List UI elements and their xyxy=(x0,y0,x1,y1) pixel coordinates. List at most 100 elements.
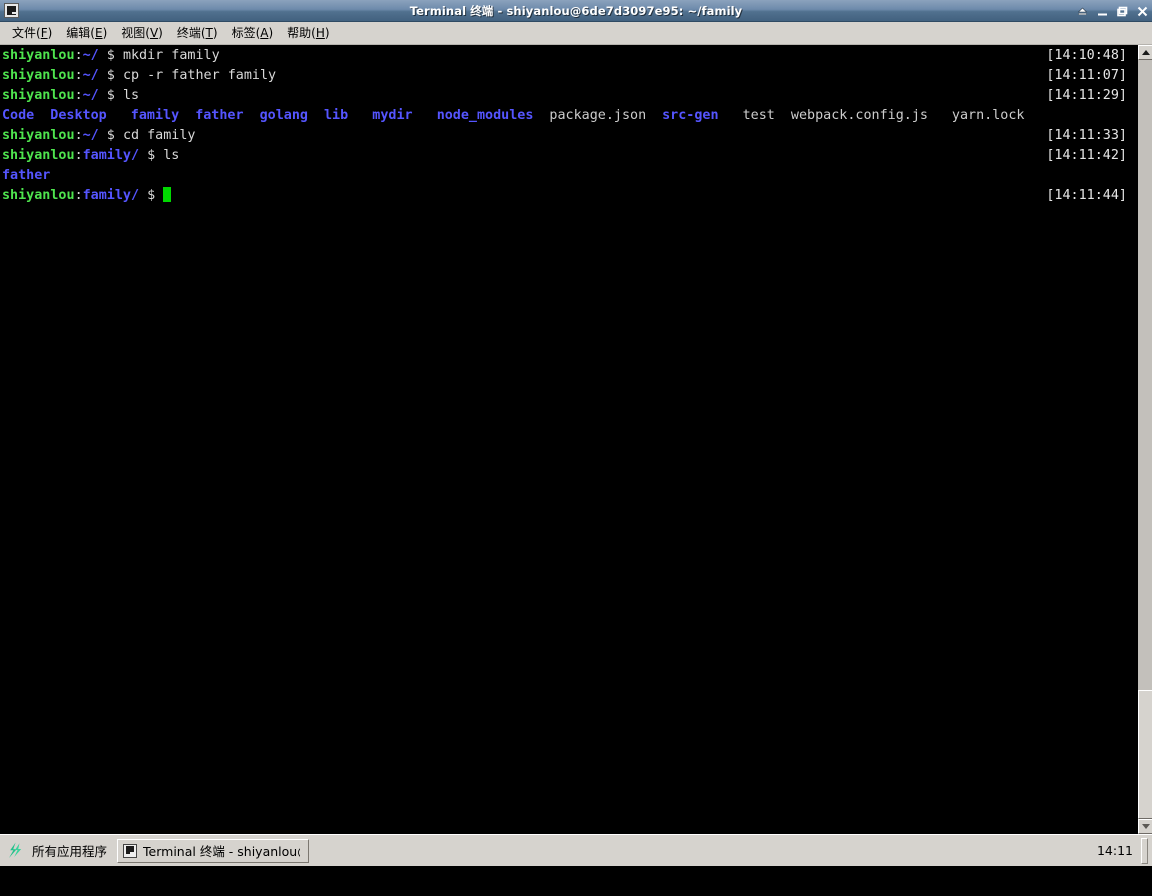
terminal-line: shiyanlou:~/ $ cd family [14:11:33] xyxy=(0,126,1136,146)
shiyanlou-logo-icon xyxy=(6,841,26,861)
ls-entry-directory[interactable]: father xyxy=(195,106,243,126)
terminal-line: shiyanlou:~/ $ ls [14:11:29] xyxy=(0,86,1136,106)
desktop: Terminal 终端 - shiyanlou@6de7d3097e95: ~/… xyxy=(0,0,1152,896)
terminal-scrollbar[interactable] xyxy=(1136,45,1152,834)
terminal-line: shiyanlou:family/ $ ls [14:11:42] xyxy=(0,146,1136,166)
prompt-user: shiyanlou xyxy=(2,148,75,163)
terminal-line: Code Desktop family father golang lib mydir nod… xyxy=(0,106,1136,126)
terminal-line: father xyxy=(0,166,1136,186)
prompt-separator: : xyxy=(74,188,83,203)
terminal-cursor xyxy=(163,187,172,202)
prompt-separator: : xyxy=(74,148,83,163)
menu-terminal-label: 终端( xyxy=(176,26,206,40)
scroll-up-button[interactable] xyxy=(1138,45,1152,60)
ls-entry-file[interactable]: test xyxy=(743,106,775,126)
prompt-separator: : xyxy=(74,48,83,63)
all-applications-button[interactable]: 所有应用程序 xyxy=(0,835,115,867)
menu-item-tabs[interactable]: 标签(A) xyxy=(225,22,281,44)
menu-item-help[interactable]: 帮助(H) xyxy=(280,22,336,44)
terminal-line: shiyanlou:~/ $ cp -r father family [14:11… xyxy=(0,66,1136,86)
prompt-path: ~/ xyxy=(82,88,99,103)
terminal-command: mkdir family xyxy=(122,48,220,63)
window-titlebar[interactable]: Terminal 终端 - shiyanlou@6de7d3097e95: ~/… xyxy=(0,0,1152,22)
prompt-sigil: $ xyxy=(98,48,123,63)
menu-item-terminal[interactable]: 终端(T) xyxy=(170,22,225,44)
menu-terminal-mnemonic: T xyxy=(205,26,213,40)
all-applications-label: 所有应用程序 xyxy=(32,844,108,859)
shade-button[interactable] xyxy=(1076,4,1089,18)
close-button[interactable] xyxy=(1136,4,1149,18)
menu-help-label: 帮助( xyxy=(287,26,316,40)
terminal-icon xyxy=(3,3,19,18)
terminal-command: cd family xyxy=(122,128,196,143)
terminal-icon xyxy=(122,843,138,859)
terminal-timestamp: [14:10:48] xyxy=(1046,48,1127,63)
system-tray: 14:11 xyxy=(1089,835,1152,867)
ls-entry-file[interactable]: webpack.config.js xyxy=(791,106,928,126)
terminal-line: shiyanlou:~/ $ mkdir family [14:10:48] xyxy=(0,46,1136,66)
menu-edit-mnemonic: E xyxy=(94,26,103,40)
ls-entry-directory[interactable]: src-gen xyxy=(662,106,718,126)
ls-entry-directory[interactable]: node_modules xyxy=(437,106,534,126)
ls-entry-directory[interactable]: golang xyxy=(260,106,308,126)
ls-entry-file[interactable]: yarn.lock xyxy=(952,106,1025,126)
menu-terminal-close-paren: ) xyxy=(212,26,218,40)
menu-tabs-label: 标签( xyxy=(231,26,261,40)
prompt-sigil: $ xyxy=(98,88,123,103)
maximize-button[interactable] xyxy=(1116,4,1129,18)
menu-edit-close-paren: ) xyxy=(102,26,108,40)
scroll-down-button[interactable] xyxy=(1138,819,1152,834)
menu-view-close-paren: ) xyxy=(158,26,163,40)
ls-entry-directory[interactable]: Desktop xyxy=(50,106,106,126)
ls-entry-file[interactable]: package.json xyxy=(549,106,646,126)
terminal-command: ls xyxy=(163,148,180,163)
window-title: Terminal 终端 - shiyanlou@6de7d3097e95: ~/… xyxy=(409,3,743,18)
taskbar-grip[interactable] xyxy=(1141,837,1148,864)
ls-entry-directory[interactable]: lib xyxy=(324,106,348,126)
window-controls xyxy=(1076,0,1149,22)
terminal-line: shiyanlou:family/ $ [14:11:44] xyxy=(0,186,1136,206)
prompt-path: ~/ xyxy=(82,68,99,83)
ls-entry-directory[interactable]: father xyxy=(2,166,50,186)
taskbar-clock[interactable]: 14:11 xyxy=(1089,843,1141,858)
taskbar: 所有应用程序 Terminal 终端 - shiyanlou@··· 14:11 xyxy=(0,834,1152,866)
terminal-timestamp: [14:11:29] xyxy=(1046,88,1127,103)
taskbar-window-label: Terminal 终端 - shiyanlou@··· xyxy=(143,844,300,859)
ls-entry-directory[interactable]: mydir xyxy=(372,106,412,126)
menu-file-close-paren: ) xyxy=(47,26,53,40)
terminal-output: shiyanlou:~/ $ mkdir family [14:10:48] shi… xyxy=(0,46,1136,206)
menu-item-edit[interactable]: 编辑(E) xyxy=(59,22,114,44)
prompt-separator: : xyxy=(74,128,83,143)
window-menu-icon[interactable] xyxy=(2,2,20,20)
menu-item-view[interactable]: 视图(V) xyxy=(114,22,170,44)
ls-entry-directory[interactable]: Code xyxy=(2,106,34,126)
prompt-sigil: $ xyxy=(98,128,123,143)
menu-item-file[interactable]: 文件(F) xyxy=(5,22,59,44)
menu-help-close-paren: ) xyxy=(324,26,330,40)
scrollbar-thumb[interactable] xyxy=(1138,690,1152,819)
scroll-down-icon xyxy=(1141,824,1150,829)
terminal-area: shiyanlou:~/ $ mkdir family [14:10:48] shi… xyxy=(0,45,1152,834)
prompt-path: ~/ xyxy=(82,128,99,143)
terminal-command: ls xyxy=(122,88,140,103)
minimize-button[interactable] xyxy=(1096,4,1109,18)
prompt-separator: : xyxy=(74,68,83,83)
prompt-user: shiyanlou xyxy=(2,68,75,83)
terminal-timestamp: [14:11:44] xyxy=(1046,188,1127,203)
prompt-path: family/ xyxy=(82,188,140,203)
menu-file-mnemonic: F xyxy=(40,26,48,40)
prompt-sigil: $ xyxy=(139,148,164,163)
prompt-sigil: $ xyxy=(139,188,164,203)
menu-edit-label: 编辑( xyxy=(66,26,95,40)
desktop-background-strip xyxy=(0,866,1152,896)
scroll-up-icon xyxy=(1141,50,1150,55)
terminal-screen[interactable]: shiyanlou:~/ $ mkdir family [14:10:48] shi… xyxy=(0,45,1136,834)
prompt-sigil: $ xyxy=(98,68,123,83)
terminal-timestamp: [14:11:07] xyxy=(1046,68,1127,83)
ls-entry-directory[interactable]: family xyxy=(131,106,179,126)
menu-bar: 文件(F) 编辑(E) 视图(V) 终端(T) 标签(A) 帮助(H) xyxy=(0,22,1152,45)
menu-view-mnemonic: V xyxy=(149,26,159,40)
menu-tabs-close-paren: ) xyxy=(268,26,274,40)
taskbar-window-button[interactable]: Terminal 终端 - shiyanlou@··· xyxy=(117,838,310,863)
prompt-user: shiyanlou xyxy=(2,188,75,203)
